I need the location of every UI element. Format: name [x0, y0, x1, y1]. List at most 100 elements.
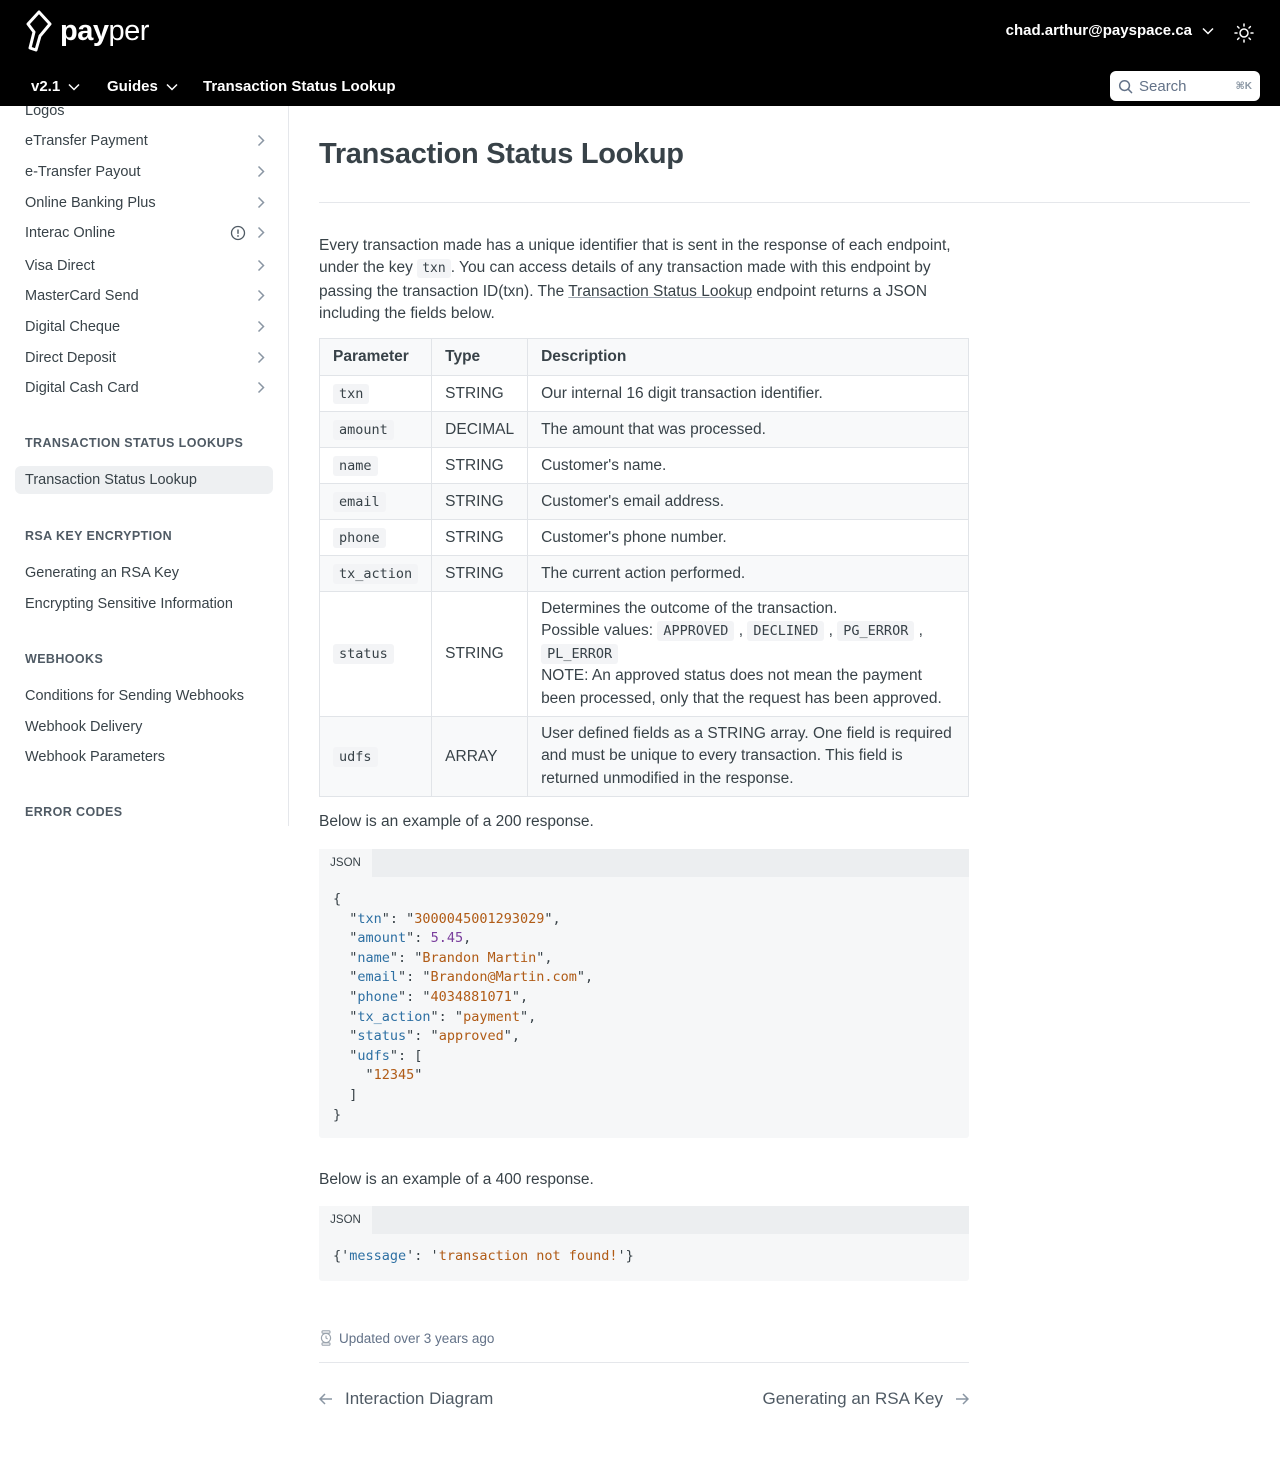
param-code: amount [333, 419, 394, 440]
sidebar-item-label: Visa Direct [25, 258, 95, 274]
sidebar-item-label: Webhook Delivery [25, 719, 143, 735]
inline-code: txn [417, 259, 451, 279]
top-header: payper chad.arthur@payspace.ca v2.1 Guid… [0, 0, 1280, 106]
sidebar-item-transaction-status-lookup[interactable]: Transaction Status Lookup [15, 466, 273, 494]
param-cell: txn [318, 375, 433, 412]
sidebar-item-etransfer-payment[interactable]: eTransfer Payment [15, 127, 273, 155]
param-cell: email [318, 483, 433, 520]
payper-logo-icon [26, 10, 52, 52]
sidebar-item-label: Transaction Status Lookup [25, 472, 197, 488]
type-cell: STRING [431, 590, 529, 718]
sidebar-item-logos[interactable]: Logos [15, 106, 273, 125]
sidebar-item-visa-direct[interactable]: Visa Direct [15, 252, 273, 280]
next-page-link[interactable]: Generating an RSA Key [762, 1389, 969, 1409]
chevron-right-icon [257, 320, 265, 333]
version-dropdown[interactable]: v2.1 [31, 78, 80, 95]
status-value-code: DECLINED [747, 621, 825, 642]
sidebar-item-direct-deposit[interactable]: Direct Deposit [15, 344, 273, 372]
watch-icon [320, 1330, 332, 1346]
chevron-right-icon [257, 289, 265, 302]
current-page-nav[interactable]: Transaction Status Lookup [203, 78, 396, 95]
chevron-right-icon [257, 381, 265, 394]
search-input[interactable]: Search ⌘K [1110, 71, 1260, 101]
example-400-label: Below is an example of a 400 response. [319, 1171, 594, 1188]
sidebar-item-digital-cheque[interactable]: Digital Cheque [15, 313, 273, 341]
page-title: Transaction Status Lookup [319, 138, 684, 170]
table-row: email STRING Customer's email address. [318, 483, 969, 520]
sidebar-item-digital-cash-card[interactable]: Digital Cash Card [15, 374, 273, 402]
sidebar-section-heading: ERROR CODES [25, 805, 123, 819]
sidebar-item-encrypting-sensitive-info[interactable]: Encrypting Sensitive Information [15, 590, 273, 618]
description-cell: User defined fields as a STRING array. O… [527, 716, 969, 798]
description-cell: The amount that was processed. [527, 411, 969, 448]
guides-dropdown[interactable]: Guides [107, 78, 178, 95]
table-row: name STRING Customer's name. [318, 447, 969, 484]
param-code: phone [333, 527, 386, 548]
chevron-right-icon [257, 134, 265, 147]
sidebar-item-webhook-parameters[interactable]: Webhook Parameters [15, 743, 273, 771]
param-code: tx_action [333, 563, 419, 584]
status-value-code: PG_ERROR [837, 621, 915, 642]
search-icon [1118, 79, 1133, 93]
logo-text: payper [60, 14, 149, 47]
type-cell: STRING [431, 447, 529, 484]
chevron-right-icon [257, 196, 265, 209]
description-line: Determines the outcome of the transactio… [541, 600, 838, 617]
sidebar-item-interac-online[interactable]: Interac Online [15, 219, 273, 247]
transaction-status-lookup-link[interactable]: Transaction Status Lookup [568, 283, 752, 300]
code-tab-json[interactable]: JSON [319, 1206, 372, 1234]
code-tab-json[interactable]: JSON [319, 849, 372, 877]
search-shortcut: ⌘K [1235, 80, 1253, 92]
table-row: amount DECIMAL The amount that was proce… [318, 411, 969, 448]
param-code: txn [333, 383, 370, 404]
chevron-down-icon [1202, 27, 1214, 35]
sidebar-item-webhook-delivery[interactable]: Webhook Delivery [15, 713, 273, 741]
updated-text: Updated over 3 years ago [339, 1330, 495, 1346]
possible-values-label: Possible values: [541, 622, 654, 640]
chevron-right-icon [257, 165, 265, 178]
sidebar-item-online-banking-plus[interactable]: Online Banking Plus [15, 189, 273, 217]
code-200-content[interactable]: { "txn": "3000045001293029", "amount": 5… [319, 877, 969, 1138]
sun-icon[interactable] [1234, 23, 1254, 43]
sidebar-item-label: eTransfer Payment [25, 133, 148, 149]
param-cell: tx_action [318, 555, 433, 592]
sidebar-item-generating-rsa-key[interactable]: Generating an RSA Key [15, 559, 273, 587]
sidebar-item-label: Online Banking Plus [25, 195, 156, 211]
description-cell: Customer's phone number. [527, 519, 969, 556]
sidebar-item-etransfer-payout[interactable]: e-Transfer Payout [15, 158, 273, 186]
intro-paragraph: Every transaction made has a unique iden… [319, 235, 959, 326]
sidebar-item-label: Logos [25, 106, 65, 119]
type-cell: STRING [431, 555, 529, 592]
param-code: udfs [333, 746, 378, 767]
prev-page-label: Interaction Diagram [345, 1389, 494, 1408]
user-menu[interactable]: chad.arthur@payspace.ca [1006, 22, 1214, 39]
sidebar-item-mastercard-send[interactable]: MasterCard Send [15, 282, 273, 310]
table-row: txn STRING Our internal 16 digit transac… [318, 375, 969, 412]
sidebar-item-label: Generating an RSA Key [25, 565, 179, 581]
description-note: NOTE: An approved status does not mean t… [541, 667, 942, 707]
sidebar-item-label: Conditions for Sending Webhooks [25, 688, 244, 704]
code-400-content[interactable]: {'message': 'transaction not found!'} [319, 1234, 969, 1280]
payper-logo[interactable]: payper [24, 10, 149, 52]
chevron-right-icon [257, 259, 265, 272]
divider [319, 202, 1250, 203]
param-cell: phone [318, 519, 433, 556]
description-cell: Determines the outcome of the transactio… [527, 590, 969, 718]
search-placeholder: Search [1139, 77, 1187, 95]
last-updated: Updated over 3 years ago [319, 1330, 494, 1346]
type-cell: STRING [431, 483, 529, 520]
param-cell: udfs [318, 716, 433, 798]
param-cell: name [318, 447, 433, 484]
sidebar-item-conditions-webhooks[interactable]: Conditions for Sending Webhooks [15, 682, 273, 710]
sidebar-section-heading: RSA KEY ENCRYPTION [25, 529, 173, 543]
sidebar-item-label: Direct Deposit [25, 350, 117, 366]
column-header: Description [527, 338, 969, 376]
table-header-row: Parameter Type Description [318, 338, 969, 376]
table-row: udfs ARRAY User defined fields as a STRI… [318, 716, 969, 798]
user-email: chad.arthur@payspace.ca [1005, 22, 1192, 39]
chevron-down-icon [68, 83, 80, 91]
current-page-label: Transaction Status Lookup [203, 78, 396, 95]
prev-page-link[interactable]: Interaction Diagram [319, 1389, 493, 1409]
alert-circle-icon [230, 225, 246, 241]
code-block-200: JSON { "txn": "3000045001293029", "amoun… [319, 849, 969, 1138]
